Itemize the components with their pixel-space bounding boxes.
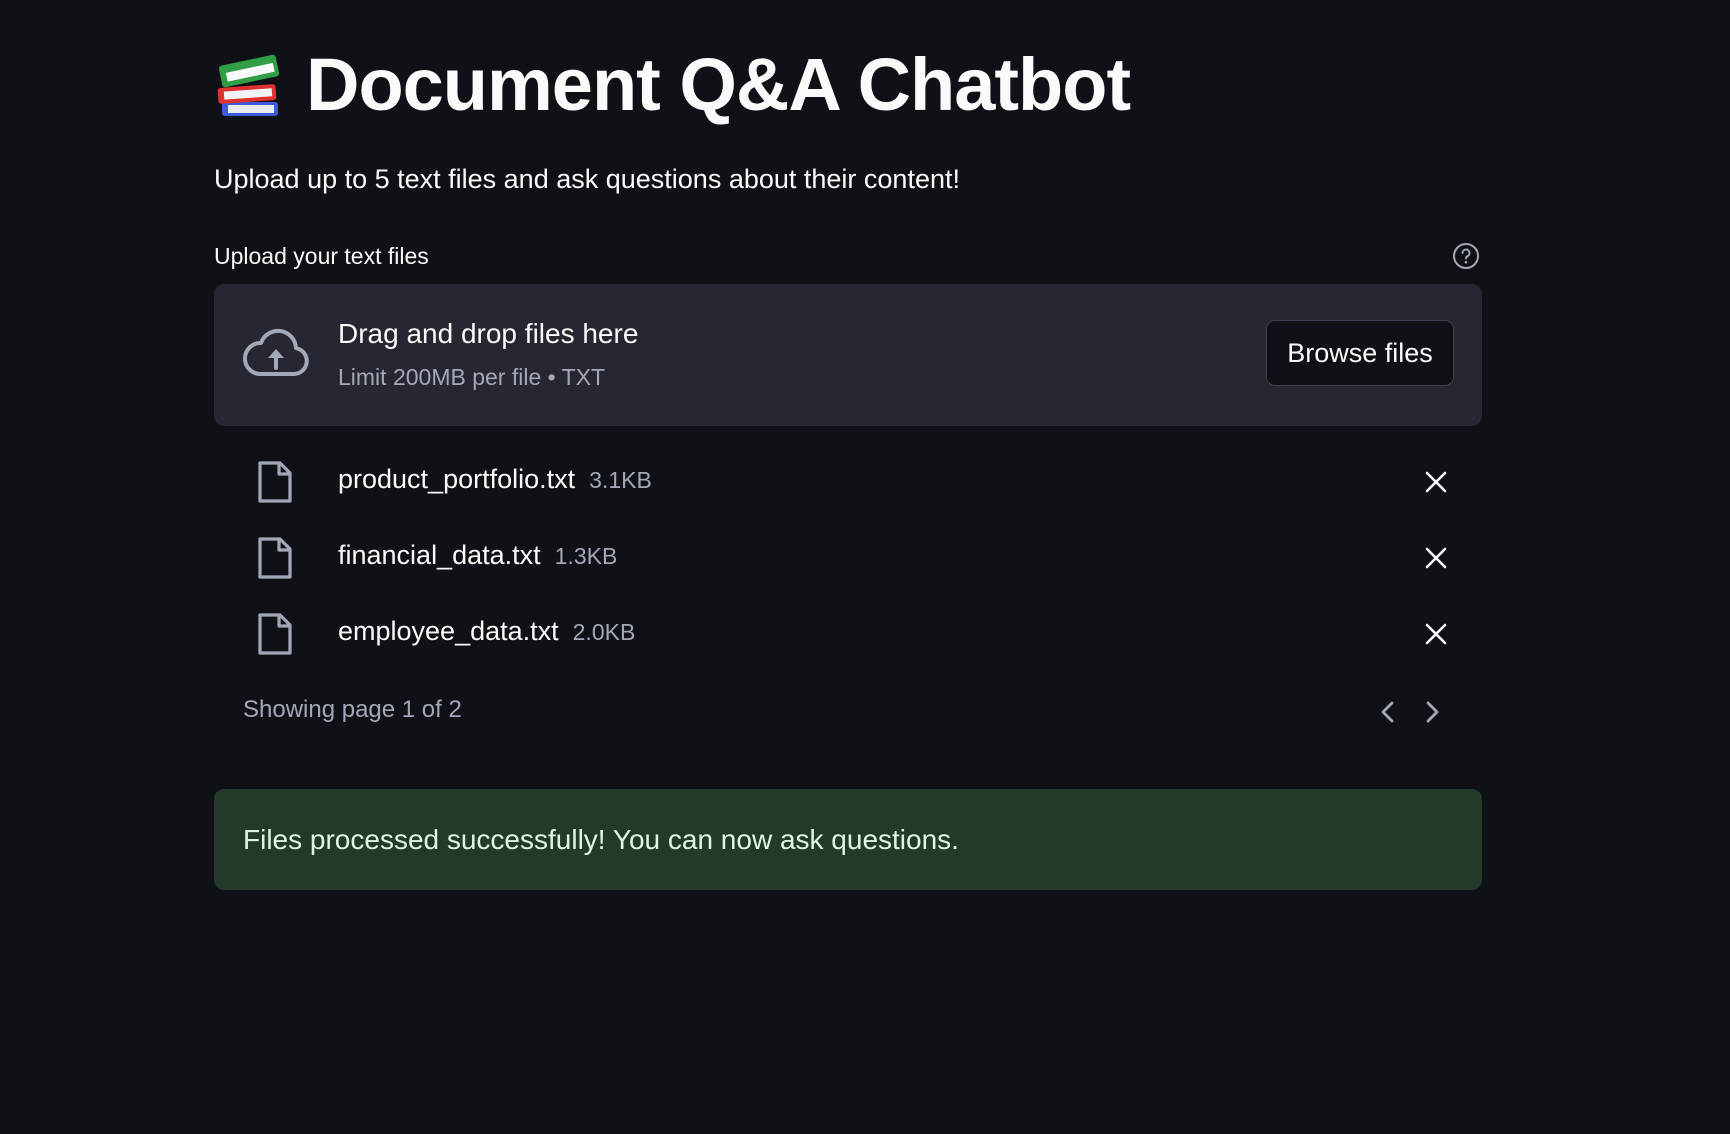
remove-file-button[interactable] bbox=[1418, 464, 1454, 500]
remove-file-button[interactable] bbox=[1418, 540, 1454, 576]
file-name: employee_data.txt bbox=[338, 616, 559, 646]
page-subtitle: Upload up to 5 text files and ask questi… bbox=[214, 164, 960, 194]
file-item: employee_data.txt 2.0KB bbox=[214, 596, 1482, 672]
uploader-label: Upload your text files bbox=[214, 242, 429, 269]
file-icon bbox=[258, 537, 292, 579]
file-size: 2.0KB bbox=[572, 619, 636, 645]
dropzone-limit: Limit 200MB per file • TXT bbox=[338, 364, 606, 390]
uploaded-file-list: product_portfolio.txt 3.1KB financial_da… bbox=[214, 444, 1482, 672]
success-alert: Files processed successfully! You can no… bbox=[214, 789, 1482, 890]
file-item: financial_data.txt 1.3KB bbox=[214, 520, 1482, 596]
cloud-upload-icon bbox=[243, 328, 309, 376]
success-message: Files processed successfully! You can no… bbox=[243, 823, 959, 855]
pagination-status: Showing page 1 of 2 bbox=[243, 696, 462, 723]
remove-file-button[interactable] bbox=[1418, 616, 1454, 652]
close-icon bbox=[1425, 547, 1447, 569]
previous-page-button[interactable] bbox=[1370, 694, 1406, 730]
close-icon bbox=[1425, 471, 1447, 493]
title-row: Document Q&A Chatbot bbox=[214, 38, 1131, 130]
page-title: Document Q&A Chatbot bbox=[306, 42, 1131, 126]
file-item: product_portfolio.txt 3.1KB bbox=[214, 444, 1482, 520]
question-circle-icon[interactable] bbox=[1452, 242, 1480, 270]
books-icon bbox=[217, 54, 280, 116]
next-page-button[interactable] bbox=[1414, 694, 1450, 730]
file-icon bbox=[258, 613, 292, 655]
browse-files-button[interactable]: Browse files bbox=[1266, 320, 1454, 386]
dropzone-instructions: Drag and drop files here Limit 200MB per… bbox=[338, 318, 638, 391]
dropzone-title: Drag and drop files here bbox=[338, 318, 639, 349]
file-name: financial_data.txt bbox=[338, 540, 541, 570]
file-dropzone[interactable]: Drag and drop files here Limit 200MB per… bbox=[214, 284, 1482, 426]
uploader-label-row: Upload your text files bbox=[214, 238, 1482, 274]
file-size: 1.3KB bbox=[554, 543, 618, 569]
close-icon bbox=[1425, 623, 1447, 645]
file-pagination: Showing page 1 of 2 bbox=[214, 690, 1482, 734]
chevron-left-icon bbox=[1381, 701, 1394, 723]
file-name: product_portfolio.txt bbox=[338, 464, 576, 494]
chevron-right-icon bbox=[1426, 701, 1439, 723]
file-icon bbox=[258, 461, 292, 503]
file-size: 3.1KB bbox=[589, 467, 652, 493]
